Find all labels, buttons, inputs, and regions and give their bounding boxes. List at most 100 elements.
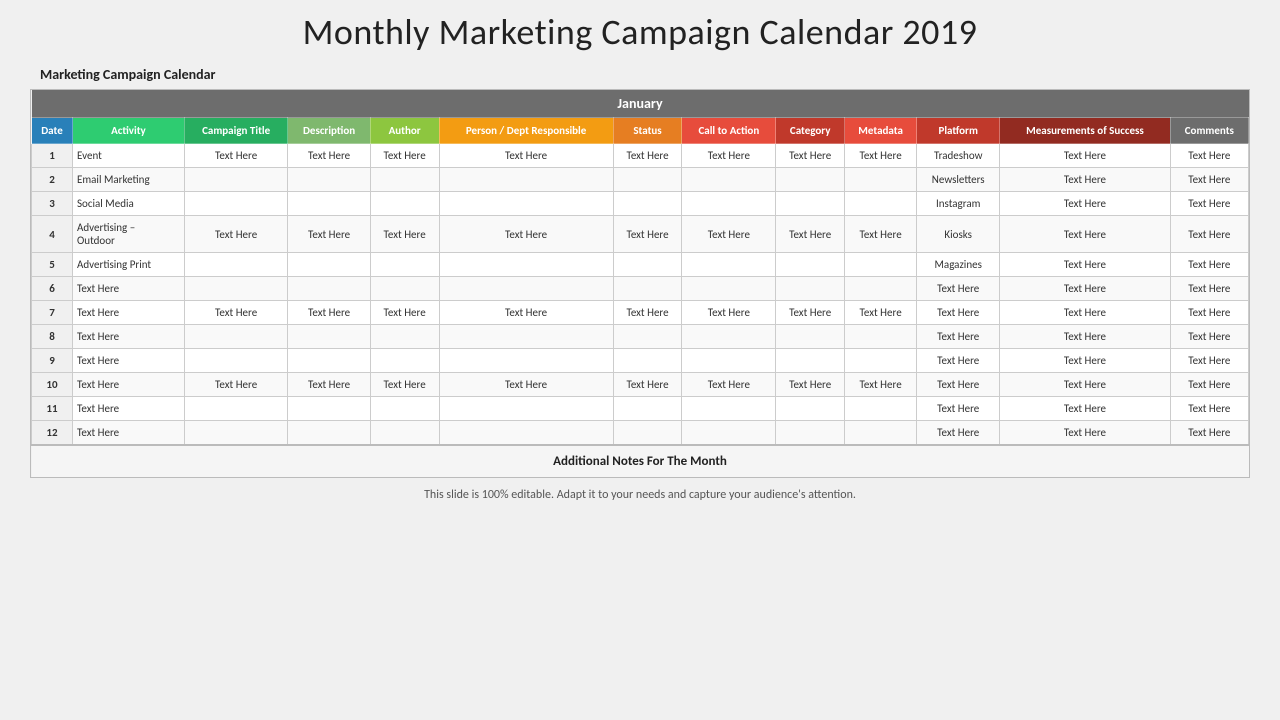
cell-campaign_title: Text Here [184,216,288,253]
col-header-campaign: Campaign Title [184,118,288,144]
cell-measurements: Text Here [1000,192,1170,216]
cell-comments: Text Here [1170,325,1248,349]
cell-date: 1 [32,144,73,168]
cell-measurements: Text Here [1000,325,1170,349]
col-header-comments: Comments [1170,118,1248,144]
col-header-author: Author [370,118,439,144]
cell-cta [682,325,776,349]
table-row: 9Text HereText HereText HereText Here [32,349,1249,373]
cell-cta [682,397,776,421]
table-row: 8Text HereText HereText HereText Here [32,325,1249,349]
cell-status [613,421,682,446]
cell-category [776,325,845,349]
cell-platform: Text Here [917,325,1000,349]
cell-person: Text Here [439,301,613,325]
cell-campaign_title [184,325,288,349]
cell-author [370,192,439,216]
cell-category: Text Here [776,373,845,397]
cell-comments: Text Here [1170,144,1248,168]
cell-platform: Tradeshow [917,144,1000,168]
subtitle: Marketing Campaign Calendar [40,66,216,83]
cell-category [776,397,845,421]
table-row: 5Advertising PrintMagazinesText HereText… [32,253,1249,277]
cell-activity: Social Media [73,192,185,216]
cell-platform: Text Here [917,373,1000,397]
cell-person [439,349,613,373]
cell-category [776,277,845,301]
cell-comments: Text Here [1170,216,1248,253]
col-header-date: Date [32,118,73,144]
cell-campaign_title [184,168,288,192]
col-header-activity: Activity [73,118,185,144]
cell-measurements: Text Here [1000,253,1170,277]
table-row: 2Email MarketingNewslettersText HereText… [32,168,1249,192]
cell-campaign_title [184,397,288,421]
cell-metadata [845,192,917,216]
col-header-status: Status [613,118,682,144]
cell-comments: Text Here [1170,168,1248,192]
cell-cta [682,192,776,216]
cell-metadata: Text Here [845,301,917,325]
cell-platform: Text Here [917,301,1000,325]
cell-metadata [845,325,917,349]
cell-metadata [845,168,917,192]
cell-activity: Text Here [73,421,185,446]
cell-date: 8 [32,325,73,349]
table-row: 1EventText HereText HereText HereText He… [32,144,1249,168]
page-title: Monthly Marketing Campaign Calendar 2019 [303,10,978,54]
cell-description: Text Here [288,373,370,397]
cell-platform: Text Here [917,397,1000,421]
cell-status [613,349,682,373]
cell-status [613,192,682,216]
col-header-category: Category [776,118,845,144]
table-row: 3Social MediaInstagramText HereText Here [32,192,1249,216]
cell-platform: Kiosks [917,216,1000,253]
cell-comments: Text Here [1170,277,1248,301]
cell-status [613,325,682,349]
cell-cta: Text Here [682,301,776,325]
cell-status: Text Here [613,301,682,325]
cell-activity: Text Here [73,397,185,421]
cell-activity: Text Here [73,277,185,301]
cell-person [439,168,613,192]
cell-cta: Text Here [682,144,776,168]
cell-status: Text Here [613,373,682,397]
cell-description [288,277,370,301]
cell-measurements: Text Here [1000,144,1170,168]
cell-person [439,397,613,421]
cell-description [288,397,370,421]
cell-date: 2 [32,168,73,192]
cell-description [288,349,370,373]
cell-measurements: Text Here [1000,373,1170,397]
cell-campaign_title [184,421,288,446]
cell-comments: Text Here [1170,397,1248,421]
cell-author: Text Here [370,216,439,253]
table-row: 11Text HereText HereText HereText Here [32,397,1249,421]
cell-comments: Text Here [1170,253,1248,277]
cell-status [613,277,682,301]
cell-measurements: Text Here [1000,421,1170,446]
cell-platform: Newsletters [917,168,1000,192]
cell-date: 4 [32,216,73,253]
cell-activity: Text Here [73,325,185,349]
cell-metadata [845,253,917,277]
cell-date: 12 [32,421,73,446]
table-row: 10Text HereText HereText HereText HereTe… [32,373,1249,397]
cell-description: Text Here [288,216,370,253]
cell-author: Text Here [370,301,439,325]
cell-campaign_title [184,349,288,373]
cell-campaign_title [184,192,288,216]
cell-campaign_title: Text Here [184,373,288,397]
cell-person [439,325,613,349]
cell-metadata: Text Here [845,144,917,168]
cell-activity: Advertising –Outdoor [73,216,185,253]
cell-category [776,421,845,446]
col-header-description: Description [288,118,370,144]
cell-person: Text Here [439,373,613,397]
cell-author: Text Here [370,373,439,397]
cell-status [613,397,682,421]
cell-status: Text Here [613,144,682,168]
table-row: 6Text HereText HereText HereText Here [32,277,1249,301]
cell-person: Text Here [439,144,613,168]
cell-category [776,168,845,192]
